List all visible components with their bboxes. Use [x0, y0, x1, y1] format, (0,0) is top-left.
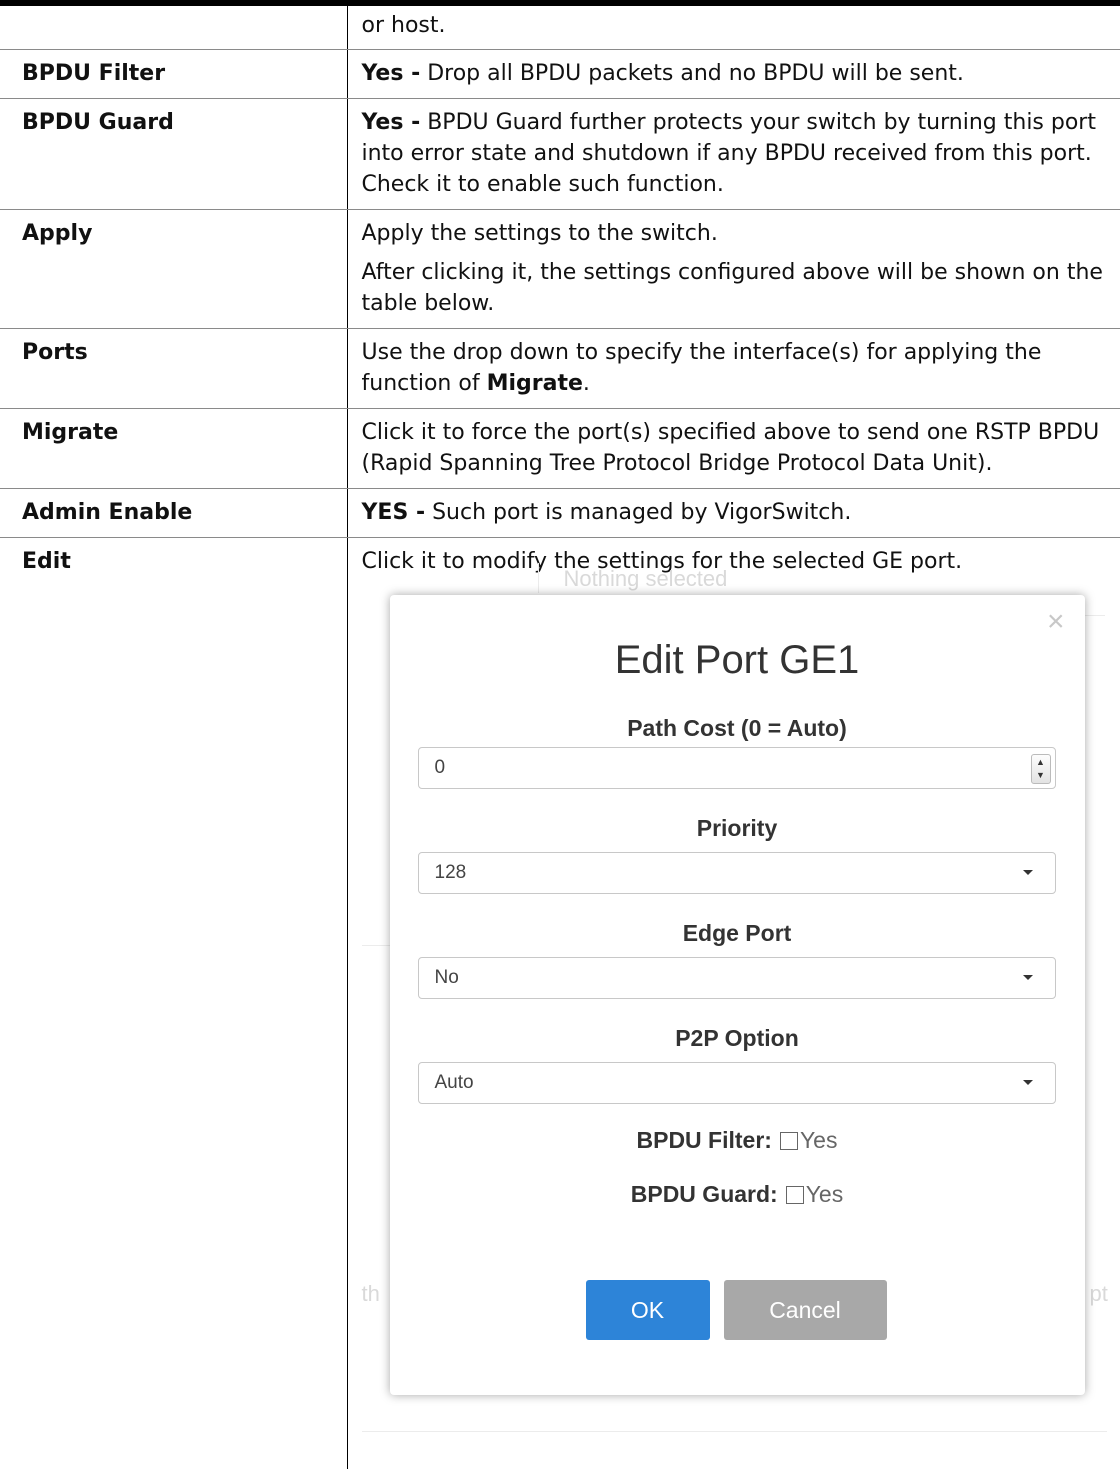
description-post: .	[583, 371, 590, 396]
description-text: Use the drop down to specify the interfa…	[362, 337, 1107, 399]
table-row: BPDU Guard Yes - BPDU Guard further prot…	[0, 99, 1120, 210]
row-term: Ports	[0, 329, 347, 409]
bpdu-guard-label: BPDU Guard:	[631, 1181, 778, 1207]
row-description: Yes - BPDU Guard further protects your s…	[347, 99, 1120, 210]
bpdu-filter-checkbox[interactable]	[780, 1132, 798, 1150]
spinner-down-icon[interactable]: ▼	[1032, 769, 1050, 781]
description-bold: Yes -	[362, 110, 421, 135]
table-row: Ports Use the drop down to specify the i…	[0, 329, 1120, 409]
description-rest: Drop all BPDU packets and no BPDU will b…	[420, 61, 964, 86]
description-text: YES - Such port is managed by VigorSwitc…	[362, 497, 1107, 528]
background-divider	[362, 945, 392, 946]
description-rest: Such port is managed by VigorSwitch.	[425, 500, 851, 525]
bpdu-filter-option: Yes	[800, 1127, 838, 1153]
row-term: Apply	[0, 210, 347, 329]
row-description: Click it to force the port(s) specified …	[347, 409, 1120, 489]
chevron-down-icon	[1023, 1080, 1033, 1085]
table-row: or host.	[0, 6, 1120, 50]
table-row: BPDU Filter Yes - Drop all BPDU packets …	[0, 50, 1120, 99]
description-rest: BPDU Guard further protects your switch …	[362, 110, 1096, 197]
row-term: Admin Enable	[0, 489, 347, 538]
row-description: Yes - Drop all BPDU packets and no BPDU …	[347, 50, 1120, 99]
background-text: pt	[1090, 1278, 1108, 1309]
bpdu-filter-label: BPDU Filter:	[637, 1127, 772, 1153]
background-divider	[362, 1431, 1107, 1432]
description-bold: Migrate	[487, 371, 583, 396]
p2p-option-label: P2P Option	[390, 1023, 1085, 1054]
bpdu-filter-row: BPDU Filter: Yes	[390, 1125, 1085, 1156]
path-cost-value: 0	[435, 757, 446, 778]
description-bold: Yes -	[362, 61, 421, 86]
priority-label: Priority	[390, 813, 1085, 844]
edge-port-select[interactable]: No	[418, 957, 1056, 999]
cancel-button[interactable]: Cancel	[724, 1280, 887, 1340]
chevron-down-icon	[1023, 975, 1033, 980]
description-pre: Use the drop down to specify the interfa…	[362, 340, 1042, 396]
description-text-2: After clicking it, the settings configur…	[362, 257, 1107, 319]
edit-port-dialog: × Edit Port GE1 Path Cost (0 = Auto) 0 ▲…	[390, 595, 1085, 1395]
close-icon[interactable]: ×	[1047, 607, 1065, 637]
row-term: BPDU Filter	[0, 50, 347, 99]
description-text: or host.	[362, 10, 1107, 41]
number-spinner[interactable]: ▲ ▼	[1031, 754, 1051, 784]
chevron-down-icon	[1023, 870, 1033, 875]
description-text: Click it to modify the settings for the …	[362, 546, 1107, 577]
table-row: Migrate Click it to force the port(s) sp…	[0, 409, 1120, 489]
background-text: th	[362, 1278, 380, 1309]
description-text: Yes - BPDU Guard further protects your s…	[362, 107, 1107, 200]
bpdu-guard-checkbox[interactable]	[786, 1186, 804, 1204]
row-term: BPDU Guard	[0, 99, 347, 210]
priority-value: 128	[435, 862, 467, 883]
bpdu-guard-row: BPDU Guard: Yes	[390, 1179, 1085, 1210]
row-description: Apply the settings to the switch. After c…	[347, 210, 1120, 329]
description-text: Apply the settings to the switch.	[362, 218, 1107, 249]
background-divider	[1085, 615, 1105, 616]
row-term: Edit	[0, 538, 347, 1469]
row-description: Click it to modify the settings for the …	[347, 538, 1120, 1469]
description-text: Click it to force the port(s) specified …	[362, 417, 1107, 479]
row-term	[0, 6, 347, 50]
path-cost-input[interactable]: 0 ▲ ▼	[418, 747, 1056, 789]
priority-select[interactable]: 128	[418, 852, 1056, 894]
parameter-table: or host. BPDU Filter Yes - Drop all BPDU…	[0, 6, 1120, 1469]
row-term: Migrate	[0, 409, 347, 489]
background-divider	[538, 563, 539, 593]
edge-port-value: No	[435, 967, 459, 988]
p2p-option-value: Auto	[435, 1072, 474, 1093]
ok-button[interactable]: OK	[586, 1280, 710, 1340]
table-row: Admin Enable YES - Such port is managed …	[0, 489, 1120, 538]
description-text: Yes - Drop all BPDU packets and no BPDU …	[362, 58, 1107, 89]
row-description: YES - Such port is managed by VigorSwitc…	[347, 489, 1120, 538]
background-text: Nothing selected	[564, 563, 728, 594]
table-row: Edit Click it to modify the settings for…	[0, 538, 1120, 1469]
edge-port-label: Edge Port	[390, 918, 1085, 949]
description-bold: YES -	[362, 500, 426, 525]
row-description: Use the drop down to specify the interfa…	[347, 329, 1120, 409]
path-cost-label: Path Cost (0 = Auto)	[390, 713, 1085, 744]
row-description: or host.	[347, 6, 1120, 50]
table-row: Apply Apply the settings to the switch.A…	[0, 210, 1120, 329]
p2p-option-select[interactable]: Auto	[418, 1062, 1056, 1104]
bpdu-guard-option: Yes	[806, 1181, 844, 1207]
spinner-up-icon[interactable]: ▲	[1032, 756, 1050, 768]
dialog-title: Edit Port GE1	[390, 645, 1085, 676]
edit-dialog-screenshot: Nothing selected th pt × Edit Port GE1 P…	[348, 585, 1107, 1460]
